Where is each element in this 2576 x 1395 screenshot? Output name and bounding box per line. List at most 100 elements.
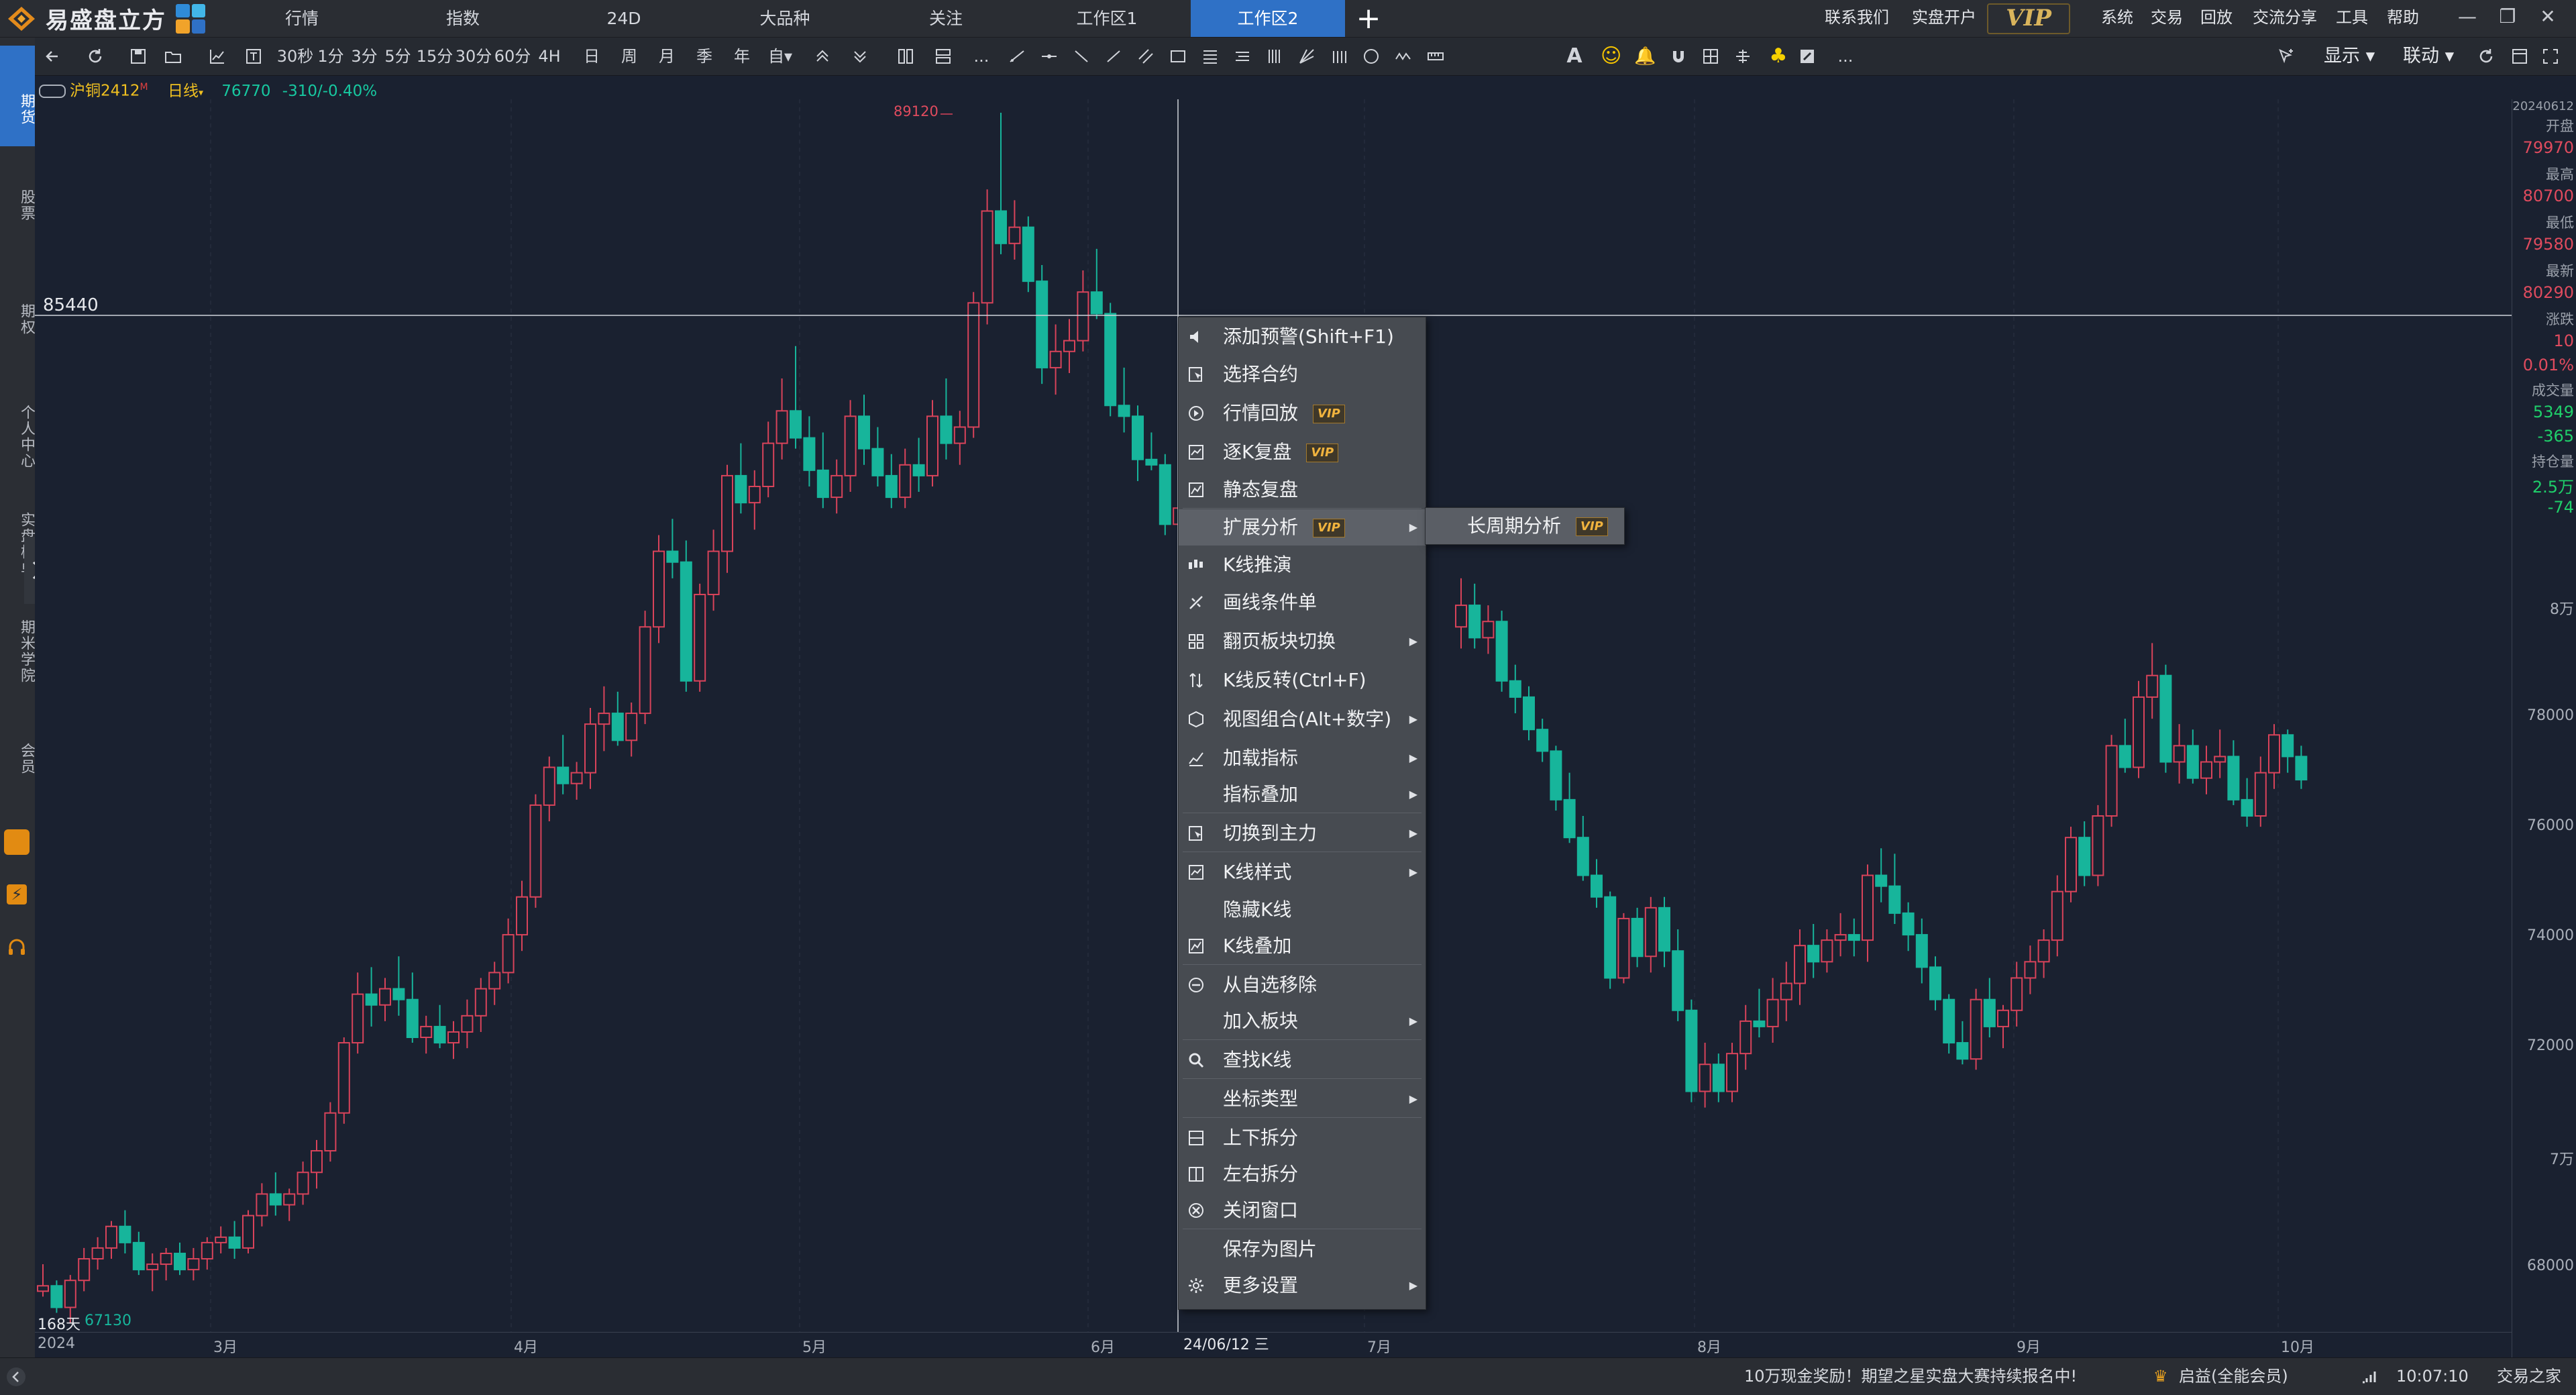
candle[interactable] [1509,680,1521,698]
more-tools-2[interactable]: ... [1835,38,1856,75]
candle[interactable] [2186,745,2199,779]
candle[interactable] [653,550,665,628]
tab-workspace-2[interactable]: 工作区2 [1191,0,1345,37]
menu-item-close-window[interactable]: 关闭窗口 [1179,1192,1426,1229]
candle[interactable] [2092,815,2104,876]
menu-item-save-image[interactable]: 保存为图片 [1179,1231,1426,1268]
candle[interactable] [1063,340,1075,352]
indicator-icon[interactable] [208,47,227,66]
candle[interactable] [447,1031,460,1044]
candle[interactable] [2282,734,2294,758]
rectangle-icon[interactable] [1169,47,1187,66]
fullscreen-icon[interactable] [2541,47,2560,66]
candle[interactable] [2295,756,2308,781]
candle[interactable] [337,1042,350,1114]
display-dropdown[interactable]: 显示 ▾ [2324,38,2375,75]
sync-icon[interactable] [2477,47,2496,66]
candle[interactable] [1482,621,1495,639]
menu-item-add-alert[interactable]: 添加预警(Shift+F1) [1179,319,1426,355]
candle[interactable] [1739,1020,1752,1055]
candle[interactable] [1576,837,1589,876]
candle[interactable] [1672,950,1684,1011]
tab-watchlist[interactable]: 关注 [912,0,979,37]
flash-icon[interactable]: ⚡ [7,884,27,905]
candle[interactable] [1847,934,1860,941]
text-tool-icon[interactable] [244,47,263,66]
candle[interactable] [1915,934,1928,968]
candle[interactable] [1104,313,1117,407]
period-day[interactable]: 日 [578,38,605,75]
candle[interactable] [2173,745,2186,763]
tab-major-varieties[interactable]: 大品种 [745,0,825,37]
candle[interactable] [981,210,994,304]
contact-us-link[interactable]: 联系我们 [1825,0,1889,37]
candle[interactable] [1077,291,1089,342]
menu-replay[interactable]: 回放 [2200,0,2233,37]
candle[interactable] [1090,291,1103,315]
menu-item-split-vertical[interactable]: 上下拆分 [1179,1120,1426,1156]
period-chevron-icon[interactable]: ▾ [199,88,203,99]
candle[interactable] [1943,998,1955,1044]
period-1m[interactable]: 1分 [315,38,346,75]
bell-icon[interactable]: 🔔 [1634,38,1656,75]
open-account-link[interactable]: 实盘开户 [1912,0,1976,37]
gann-icon[interactable] [1297,47,1316,66]
candle[interactable] [215,1236,227,1243]
menu-item-more-settings[interactable]: 更多设置 ▶ [1179,1268,1426,1304]
candle[interactable] [1983,998,1996,1027]
candle[interactable] [598,713,610,725]
eraser-icon[interactable] [1798,47,1817,66]
candle[interactable] [858,415,870,450]
menu-item-select-contract[interactable]: 选择合约 [1179,356,1426,393]
candle[interactable] [324,1112,337,1152]
tab-workspace-1[interactable]: 工作区1 [1060,0,1154,37]
candle[interactable] [1159,464,1171,525]
candle[interactable] [1617,917,1630,979]
candle[interactable] [707,550,720,595]
candle[interactable] [1536,729,1549,752]
candle[interactable] [557,766,570,784]
fib-icon[interactable] [1201,47,1220,66]
candle[interactable] [187,1258,200,1271]
menu-tools[interactable]: 工具 [2336,0,2368,37]
menu-share[interactable]: 交流分享 [2253,0,2317,37]
candle[interactable] [721,474,733,552]
candle[interactable] [694,593,706,682]
candle[interactable] [2105,745,2118,817]
candle[interactable] [269,1193,282,1206]
menu-help[interactable]: 帮助 [2387,0,2419,37]
candle[interactable] [119,1225,131,1243]
candle[interactable] [201,1241,213,1260]
candle[interactable] [256,1193,268,1217]
candle[interactable] [160,1252,172,1265]
menu-item-axis-type[interactable]: 坐标类型 ▶ [1179,1081,1426,1117]
candle[interactable] [1008,226,1021,244]
candle[interactable] [1712,1064,1725,1092]
candle[interactable] [1049,350,1062,368]
candle[interactable] [2078,837,2091,876]
candle[interactable] [1685,1009,1698,1092]
candle[interactable] [91,1247,104,1260]
candle[interactable] [912,464,925,476]
instrument-name[interactable]: 沪铜2412 [70,83,140,100]
candle[interactable] [64,1280,76,1308]
menu-item-remove-watchlist[interactable]: 从自选移除 [1179,967,1426,1003]
link-dropdown[interactable]: 联动 ▾ [2403,38,2454,75]
period-3m[interactable]: 3分 [349,38,380,75]
open-folder-icon[interactable] [164,47,182,66]
candle[interactable] [1794,945,1806,984]
candle[interactable] [2200,761,2212,779]
candle[interactable] [228,1236,241,1249]
menu-item-add-sector[interactable]: 加入板块 ▶ [1179,1003,1426,1039]
candle[interactable] [132,1241,145,1271]
menu-item-static-replay[interactable]: 静态复盘 [1179,472,1426,508]
chevron-down-icon[interactable] [851,47,869,66]
candle[interactable] [1145,458,1158,466]
candle[interactable] [926,415,938,476]
bars-icon[interactable] [1330,47,1348,66]
back-arrow-icon[interactable] [43,47,62,66]
grid-tool-icon[interactable] [1701,47,1720,66]
cursor-settings-icon[interactable] [2277,47,2296,66]
candle[interactable] [790,410,802,439]
clover-icon[interactable]: ♣ [1767,38,1790,75]
